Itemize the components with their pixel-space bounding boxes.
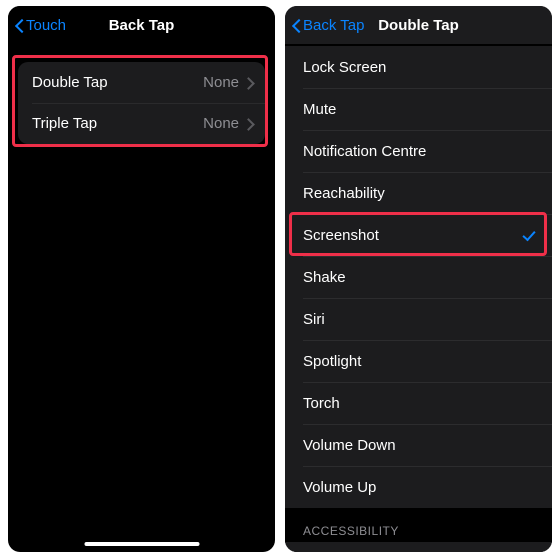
- page-title: Back Tap: [109, 17, 175, 34]
- row-value: None: [203, 115, 239, 132]
- navbar: Touch Back Tap: [8, 6, 275, 44]
- back-label: Back Tap: [303, 17, 364, 34]
- option-screenshot[interactable]: Screenshot: [285, 214, 552, 256]
- screen-back-tap: Touch Back Tap Double Tap None Triple Ta…: [8, 6, 275, 552]
- option-label: Lock Screen: [303, 59, 386, 76]
- option-label: Torch: [303, 395, 340, 412]
- option-label: Shake: [303, 269, 346, 286]
- back-button[interactable]: Touch: [14, 6, 66, 44]
- chevron-left-icon: [291, 16, 301, 34]
- accessibility-list: AssistiveTouch Background Sounds Classic…: [285, 542, 552, 552]
- option-label: Siri: [303, 311, 325, 328]
- option-shake[interactable]: Shake: [285, 256, 552, 298]
- option-label: Reachability: [303, 185, 385, 202]
- option-label: Volume Down: [303, 437, 396, 454]
- page-title: Double Tap: [378, 17, 459, 34]
- row-double-tap[interactable]: Double Tap None: [18, 62, 265, 103]
- option-label: Mute: [303, 101, 336, 118]
- option-label: Screenshot: [303, 227, 379, 244]
- section-header-accessibility: ACCESSIBILITY: [285, 508, 552, 542]
- option-volume-down[interactable]: Volume Down: [285, 424, 552, 466]
- option-reachability[interactable]: Reachability: [285, 172, 552, 214]
- row-triple-tap[interactable]: Triple Tap None: [18, 103, 265, 144]
- option-assistivetouch[interactable]: AssistiveTouch: [285, 542, 552, 552]
- option-label: Spotlight: [303, 353, 361, 370]
- option-spotlight[interactable]: Spotlight: [285, 340, 552, 382]
- option-volume-up[interactable]: Volume Up: [285, 466, 552, 508]
- back-button[interactable]: Back Tap: [291, 6, 364, 44]
- checkmark-icon: [522, 229, 538, 241]
- option-list: Lock Screen Mute Notification Centre Rea…: [285, 46, 552, 508]
- home-indicator[interactable]: [84, 542, 199, 546]
- chevron-right-icon: [245, 76, 253, 90]
- option-siri[interactable]: Siri: [285, 298, 552, 340]
- row-value: None: [203, 74, 239, 91]
- navbar: Back Tap Double Tap: [285, 6, 552, 44]
- settings-group: Double Tap None Triple Tap None: [18, 62, 265, 144]
- option-lock-screen[interactable]: Lock Screen: [285, 46, 552, 88]
- option-label: Volume Up: [303, 479, 376, 496]
- row-label: Triple Tap: [32, 115, 97, 132]
- option-notification-centre[interactable]: Notification Centre: [285, 130, 552, 172]
- option-label: Notification Centre: [303, 143, 426, 160]
- row-label: Double Tap: [32, 74, 108, 91]
- back-label: Touch: [26, 17, 66, 34]
- option-mute[interactable]: Mute: [285, 88, 552, 130]
- screen-double-tap: Back Tap Double Tap Lock Screen Mute Not…: [285, 6, 552, 552]
- chevron-right-icon: [245, 117, 253, 131]
- option-torch[interactable]: Torch: [285, 382, 552, 424]
- chevron-left-icon: [14, 16, 24, 34]
